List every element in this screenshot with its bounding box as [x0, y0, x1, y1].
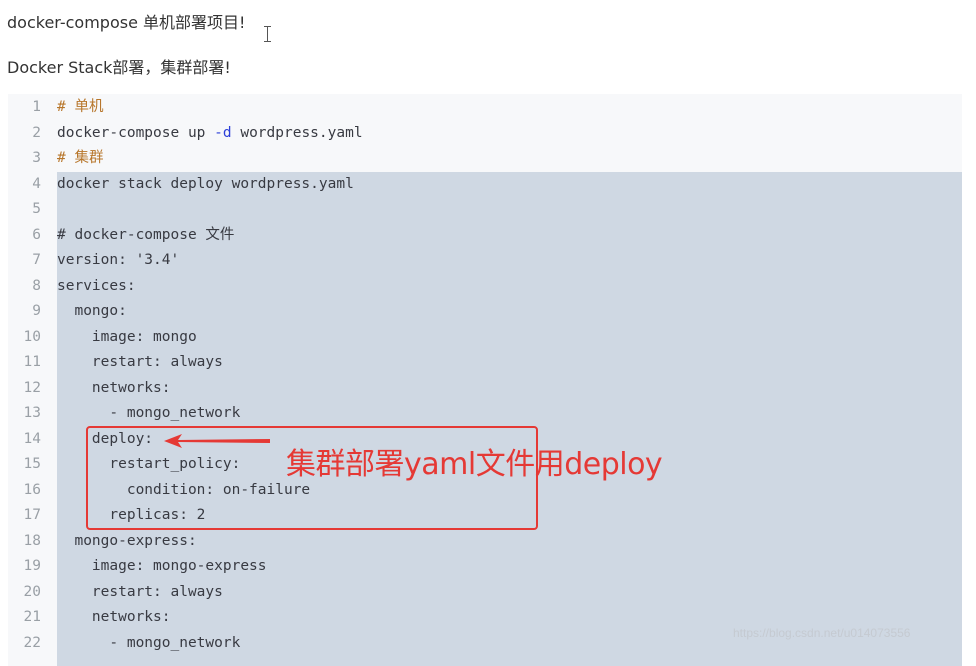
- code-line: 12 networks:: [8, 376, 962, 402]
- code-line: 9 mongo:: [8, 299, 962, 325]
- code-text-segment: wordpress.yaml: [231, 124, 363, 141]
- paragraph-standalone-deploy: docker-compose 单机部署项目!: [7, 13, 246, 32]
- code-line: 13 - mongo_network: [8, 401, 962, 427]
- line-number: 19: [23, 558, 41, 574]
- code-text: - mongo_network: [57, 634, 241, 651]
- code-line: 11 restart: always: [8, 350, 962, 376]
- code-line: 5: [8, 197, 962, 223]
- code-line: 19 image: mongo-express: [8, 554, 962, 580]
- line-number: 4: [32, 175, 41, 192]
- line-number: 12: [23, 379, 41, 396]
- line-number: 11: [23, 354, 41, 370]
- red-arrow-icon: [164, 434, 270, 448]
- text-cursor-icon: [263, 26, 272, 42]
- code-text: # 集群: [57, 150, 104, 166]
- line-number: 5: [32, 201, 41, 217]
- line-number: 2: [32, 124, 41, 141]
- line-number: 20: [23, 583, 41, 600]
- code-block[interactable]: 1 # 单机 2 docker-compose up -d wordpress.yam…: [8, 94, 962, 666]
- code-line: 3 # 集群: [8, 146, 962, 172]
- code-text: - mongo_network: [57, 405, 241, 421]
- line-number: 3: [32, 150, 41, 166]
- line-number: 22: [23, 634, 41, 651]
- line-number: 15: [23, 456, 41, 472]
- line-number: 6: [32, 226, 41, 243]
- code-text: mongo-express:: [57, 532, 197, 549]
- paragraph-stack-deploy: Docker Stack部署，集群部署!: [7, 58, 231, 77]
- line-number: 21: [23, 609, 41, 625]
- code-line: 20 restart: always: [8, 580, 962, 606]
- code-text: networks:: [57, 379, 171, 396]
- line-number: 16: [23, 481, 41, 498]
- line-number: 8: [32, 277, 41, 294]
- code-flag: -d: [214, 124, 232, 141]
- code-line: 8 services:: [8, 274, 962, 300]
- code-line: 1 # 单机: [8, 95, 962, 121]
- code-text: image: mongo: [57, 328, 197, 345]
- code-text: networks:: [57, 609, 171, 625]
- line-number: 10: [23, 328, 41, 345]
- code-text: docker stack deploy wordpress.yaml: [57, 175, 354, 192]
- annotation-text: 集群部署yaml文件用deploy: [286, 447, 663, 482]
- code-text: # docker-compose 文件: [57, 226, 235, 243]
- line-number: 1: [32, 99, 41, 115]
- line-number: 13: [23, 405, 41, 421]
- code-text: restart: always: [57, 583, 223, 600]
- line-number: 14: [23, 430, 41, 447]
- code-line: 18 mongo-express:: [8, 529, 962, 555]
- code-line: 2 docker-compose up -d wordpress.yaml: [8, 121, 962, 147]
- line-number: 18: [23, 532, 41, 549]
- code-line: 4 docker stack deploy wordpress.yaml: [8, 172, 962, 198]
- code-line: 6 # docker-compose 文件: [8, 223, 962, 249]
- line-number: 17: [23, 507, 41, 523]
- code-text: mongo:: [57, 303, 127, 319]
- code-line: 10 image: mongo: [8, 325, 962, 351]
- code-text: services:: [57, 277, 136, 294]
- watermark: https://blog.csdn.net/u014073556: [733, 626, 911, 640]
- line-number: 7: [32, 252, 41, 268]
- code-text: docker-compose up -d wordpress.yaml: [57, 121, 363, 147]
- code-text: version: '3.4': [57, 252, 180, 268]
- code-text: # 单机: [57, 99, 104, 115]
- code-line: 7 version: '3.4': [8, 248, 962, 274]
- line-number: 9: [32, 303, 41, 319]
- code-text-segment: docker-compose up: [57, 124, 215, 141]
- code-text: restart: always: [57, 354, 223, 370]
- code-text: image: mongo-express: [57, 558, 267, 574]
